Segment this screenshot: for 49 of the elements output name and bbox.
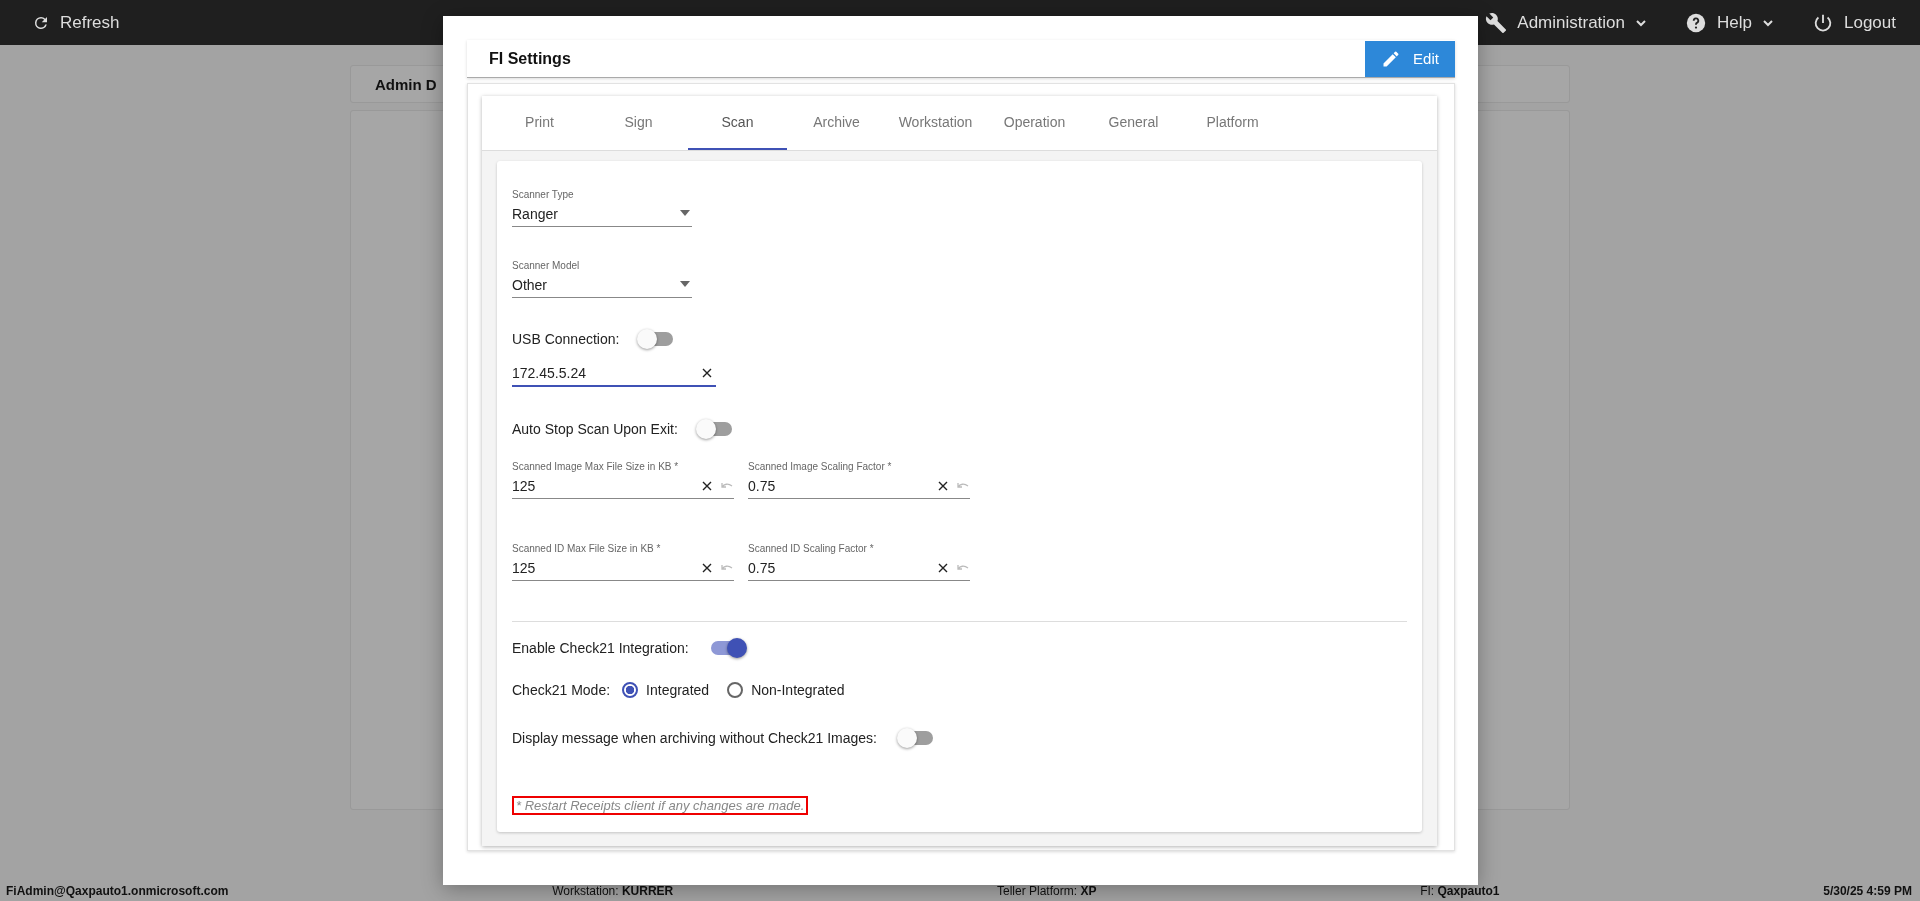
menu-button[interactable]: Logout bbox=[1812, 7, 1896, 38]
restart-note: * Restart Receipts client if any changes are made. bbox=[512, 796, 809, 815]
card-title: Admin D bbox=[375, 75, 437, 93]
number-field[interactable]: Scanned ID Max File Size in KB * 125 bbox=[512, 543, 734, 581]
caret-icon bbox=[680, 210, 690, 216]
clear-icon[interactable] bbox=[702, 368, 712, 378]
setting-label: Auto Stop Scan Upon Exit: bbox=[512, 421, 678, 437]
menu-button[interactable]: Administration bbox=[1485, 7, 1648, 38]
refresh-button[interactable]: Refresh bbox=[32, 8, 120, 37]
radio-button[interactable] bbox=[622, 682, 639, 698]
tab[interactable]: Sign bbox=[589, 96, 688, 150]
caret-icon bbox=[680, 281, 690, 287]
fi-info: FI: Qaxpauto1 bbox=[1420, 883, 1500, 898]
number-field[interactable]: Scanned Image Scaling Factor * 0.75 bbox=[748, 461, 970, 499]
tab[interactable]: Workstation bbox=[886, 96, 985, 150]
clear-icon[interactable] bbox=[702, 481, 712, 491]
dropdown-field[interactable]: Scanner Type Ranger bbox=[512, 189, 692, 227]
radio-option[interactable]: Non-Integrated bbox=[727, 682, 845, 698]
setting-label: USB Connection: bbox=[512, 331, 620, 347]
dropdown-field[interactable]: Scanner Model Other bbox=[512, 260, 692, 298]
clear-icon[interactable] bbox=[938, 481, 948, 491]
ip-address-field[interactable]: 172.45.5.24 bbox=[512, 365, 716, 387]
dialog-title: FI Settings bbox=[489, 49, 571, 68]
tab[interactable]: Operation bbox=[985, 96, 1084, 150]
help-icon bbox=[1685, 11, 1708, 34]
number-field[interactable]: Scanned ID Scaling Factor * 0.75 bbox=[748, 543, 970, 581]
toggle-switch[interactable] bbox=[697, 422, 732, 436]
setting-label: Display message when archiving without Check21 Images: bbox=[512, 730, 877, 746]
menu-button[interactable]: Help bbox=[1685, 7, 1774, 38]
toggle-switch[interactable] bbox=[639, 332, 674, 346]
radio-button[interactable] bbox=[727, 682, 744, 698]
workstation-info: Workstation: KURRER bbox=[552, 883, 674, 898]
edit-button[interactable]: Edit bbox=[1365, 40, 1455, 77]
toggle-switch[interactable] bbox=[710, 641, 745, 655]
tab[interactable]: Archive bbox=[787, 96, 886, 150]
tab[interactable]: General bbox=[1084, 96, 1183, 150]
tab[interactable]: Platform bbox=[1183, 96, 1282, 150]
clear-icon[interactable] bbox=[938, 563, 948, 573]
clear-icon[interactable] bbox=[702, 563, 712, 573]
date-time: 5/30/25 4:59 PM bbox=[1823, 883, 1912, 898]
setting-label: Enable Check21 Integration: bbox=[512, 640, 689, 656]
wrench-icon bbox=[1485, 11, 1508, 34]
radio-option[interactable]: Integrated bbox=[622, 682, 710, 698]
user-email: FiAdmin@Qaxpauto1.onmicrosoft.com bbox=[6, 883, 229, 898]
number-field[interactable]: Scanned Image Max File Size in KB * 125 bbox=[512, 461, 734, 499]
toggle-switch[interactable] bbox=[898, 731, 933, 745]
tab[interactable]: Print bbox=[490, 96, 589, 150]
setting-label: Check21 Mode: bbox=[512, 682, 611, 698]
platform-info: Teller Platform: XP bbox=[997, 883, 1097, 898]
